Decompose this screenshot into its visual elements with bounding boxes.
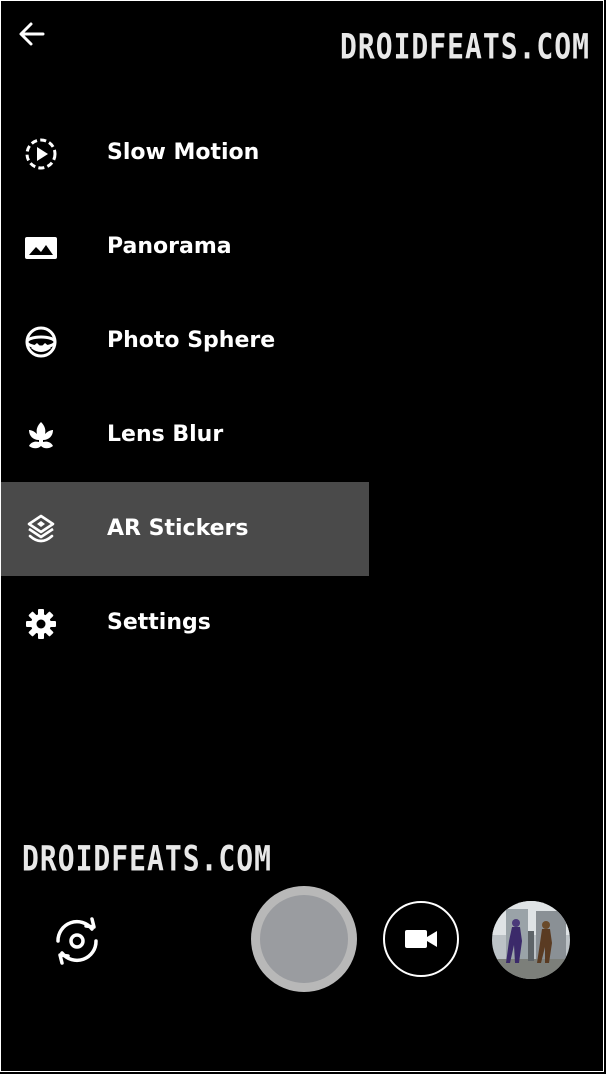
menu-label-lens-blur: Lens Blur bbox=[107, 422, 224, 447]
menu-label-settings: Settings bbox=[107, 610, 211, 635]
shutter-button[interactable] bbox=[251, 886, 357, 992]
switch-camera-button[interactable] bbox=[46, 910, 108, 972]
gear-icon bbox=[23, 606, 59, 642]
video-camera-icon bbox=[405, 930, 437, 948]
slow-motion-icon bbox=[23, 136, 59, 172]
camera-controls bbox=[0, 880, 606, 1000]
ar-stickers-icon bbox=[23, 512, 59, 548]
menu-label-panorama: Panorama bbox=[107, 234, 232, 259]
menu-item-ar-stickers[interactable]: AR Stickers bbox=[1, 482, 369, 576]
watermark-bottom: DROIDFEATS.COM bbox=[22, 838, 273, 880]
menu-label-ar-stickers: AR Stickers bbox=[107, 516, 249, 541]
menu-item-lens-blur[interactable]: Lens Blur bbox=[1, 388, 369, 482]
photo-sphere-icon bbox=[23, 324, 59, 360]
video-mode-button[interactable] bbox=[383, 901, 459, 977]
menu-label-photo-sphere: Photo Sphere bbox=[107, 328, 276, 353]
menu-item-settings[interactable]: Settings bbox=[1, 576, 369, 670]
lens-blur-icon bbox=[23, 418, 59, 454]
gallery-thumbnail-image bbox=[492, 901, 570, 979]
menu-item-panorama[interactable]: Panorama bbox=[1, 200, 369, 294]
watermark-top: DROIDFEATS.COM bbox=[340, 26, 591, 68]
panorama-icon bbox=[23, 230, 59, 266]
shutter-inner bbox=[260, 895, 348, 983]
arrow-left-icon bbox=[19, 22, 45, 46]
gallery-thumbnail[interactable] bbox=[492, 901, 570, 979]
switch-camera-icon bbox=[56, 917, 98, 965]
menu-label-slow-motion: Slow Motion bbox=[107, 140, 260, 165]
back-button[interactable] bbox=[16, 18, 48, 50]
menu-item-photo-sphere[interactable]: Photo Sphere bbox=[1, 294, 369, 388]
camera-mode-menu: Slow Motion Panorama Photo Sphere Lens B… bbox=[1, 106, 369, 670]
menu-item-slow-motion[interactable]: Slow Motion bbox=[1, 106, 369, 200]
